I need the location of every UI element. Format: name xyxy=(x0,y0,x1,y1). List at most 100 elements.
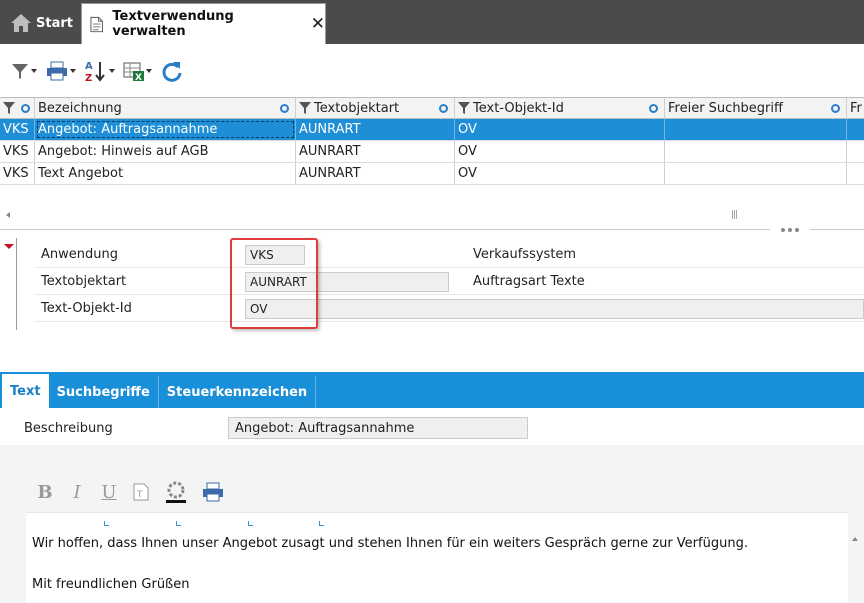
italic-button[interactable]: I xyxy=(68,482,86,503)
cell-truncated xyxy=(847,163,864,184)
insert-text-icon[interactable]: T xyxy=(132,482,150,502)
cell-truncated xyxy=(847,141,864,162)
excel-export-icon: X xyxy=(123,62,144,82)
column-header-truncated[interactable]: Fr xyxy=(847,98,864,118)
cell-text-objekt-id: OV xyxy=(455,163,665,184)
form-row-anwendung: Anwendung VKS Verkaufssystem xyxy=(35,241,864,268)
horizontal-scrollbar[interactable]: ||| xyxy=(0,207,864,223)
column-options-icon[interactable] xyxy=(649,104,658,113)
scroll-left-icon[interactable] xyxy=(6,212,10,218)
sort-button[interactable]: A Z xyxy=(84,58,115,84)
cell-textobjektart: AUNRART xyxy=(296,163,455,184)
tab-textverwendung[interactable]: Textverwendung verwalten ✕ xyxy=(81,3,326,44)
anwendung-description: Verkaufssystem xyxy=(473,247,577,262)
print-icon xyxy=(47,61,67,81)
form-group-line xyxy=(16,238,17,330)
excel-export-button[interactable]: X xyxy=(123,58,152,84)
underline-button[interactable]: U xyxy=(100,482,118,503)
bold-button[interactable]: B xyxy=(36,482,54,503)
results-grid: Bezeichnung Textobjektart Text-Objekt-Id… xyxy=(0,97,864,185)
tab-suchbegriffe[interactable]: Suchbegriffe xyxy=(49,376,159,408)
filter-icon[interactable] xyxy=(3,101,15,115)
form-row-text-objekt-id: Text-Objekt-Id OV xyxy=(35,295,864,322)
tab-steuerkennzeichen[interactable]: Steuerkennzeichen xyxy=(159,376,317,408)
column-options-icon[interactable] xyxy=(439,104,448,113)
svg-text:T: T xyxy=(136,490,143,500)
cell-truncated xyxy=(847,119,864,140)
cell-text-objekt-id: OV xyxy=(455,141,665,162)
filter-icon[interactable] xyxy=(299,101,311,115)
textobjektart-description: Auftragsart Texte xyxy=(473,274,585,289)
text-objekt-id-field[interactable]: OV xyxy=(245,299,864,319)
anwendung-label: Anwendung xyxy=(41,247,118,262)
chevron-down-icon xyxy=(146,69,152,73)
ruler-tab-marker xyxy=(104,521,109,526)
print-icon[interactable] xyxy=(202,482,224,502)
chevron-down-icon xyxy=(109,69,115,73)
cell-application: VKS xyxy=(0,119,35,140)
cell-bezeichnung: Angebot: Auftragsannahme xyxy=(35,119,296,140)
tab-start-label: Start xyxy=(36,15,73,31)
refresh-button[interactable] xyxy=(160,58,184,84)
collapse-icon[interactable] xyxy=(4,244,14,249)
table-row[interactable]: VKS Angebot: Hinweis auf AGB AUNRART OV xyxy=(0,141,864,163)
cell-bezeichnung: Text Angebot xyxy=(35,163,296,184)
cell-textobjektart: AUNRART xyxy=(296,119,455,140)
editor-toolbar: B I U T xyxy=(36,480,224,504)
color-picker-icon[interactable] xyxy=(164,481,188,503)
chevron-down-icon xyxy=(31,69,37,73)
cell-application: VKS xyxy=(0,163,35,184)
splitter[interactable] xyxy=(0,229,864,230)
editor-text-line: Wir hoffen, dass Ihnen unser Angebot zus… xyxy=(32,536,748,551)
beschreibung-field[interactable]: Angebot: Auftragsannahme xyxy=(228,417,528,439)
column-header-label: Fr xyxy=(850,100,862,116)
print-button[interactable] xyxy=(45,58,76,84)
toolbar: A Z X xyxy=(0,56,184,86)
svg-text:Z: Z xyxy=(85,73,92,83)
svg-text:X: X xyxy=(135,73,142,82)
filter-icon xyxy=(12,64,28,79)
text-objekt-id-label: Text-Objekt-Id xyxy=(41,301,132,316)
column-options-icon[interactable] xyxy=(21,104,30,113)
chevron-down-icon xyxy=(70,69,76,73)
table-row[interactable]: VKS Angebot: Auftragsannahme AUNRART OV xyxy=(0,119,864,141)
close-icon[interactable]: ✕ xyxy=(311,14,325,34)
filter-button[interactable] xyxy=(10,58,37,84)
cell-text-objekt-id: OV xyxy=(455,119,665,140)
column-header-label: Bezeichnung xyxy=(38,100,122,116)
column-options-icon[interactable] xyxy=(831,104,840,113)
textobjektart-label: Textobjektart xyxy=(41,274,127,289)
ruler-tab-marker xyxy=(248,521,253,526)
column-header-application[interactable] xyxy=(0,98,35,118)
home-icon xyxy=(11,14,31,32)
ruler-tab-marker xyxy=(176,521,181,526)
form-row-textobjektart: Textobjektart AUNRART Auftragsart Texte xyxy=(35,268,864,295)
column-header-label: Freier Suchbegriff xyxy=(668,100,783,116)
tab-text[interactable]: Text xyxy=(2,374,49,408)
editor-text-line: Mit freundlichen Grüßen xyxy=(32,577,190,592)
splitter-handle-icon[interactable] xyxy=(770,224,810,236)
column-header-label: Textobjektart xyxy=(314,100,400,116)
cell-freier-suchbegriff xyxy=(665,163,847,184)
grid-header: Bezeichnung Textobjektart Text-Objekt-Id… xyxy=(0,97,864,119)
sort-az-icon: A Z xyxy=(85,61,105,83)
text-editor[interactable]: Wir hoffen, dass Ihnen unser Angebot zus… xyxy=(26,512,848,603)
column-header-freier-suchbegriff[interactable]: Freier Suchbegriff xyxy=(665,98,847,118)
column-header-text-objekt-id[interactable]: Text-Objekt-Id xyxy=(455,98,665,118)
column-header-label: Text-Objekt-Id xyxy=(473,100,564,116)
highlight-annotation xyxy=(230,238,318,329)
refresh-icon xyxy=(162,62,182,82)
tab-active-label: Textverwendung verwalten xyxy=(112,9,234,39)
detail-tabs: Text Suchbegriffe Steuerkennzeichen xyxy=(0,372,864,408)
cell-application: VKS xyxy=(0,141,35,162)
tab-bar: Start Textverwendung verwalten ✕ xyxy=(0,0,864,44)
table-row[interactable]: VKS Text Angebot AUNRART OV xyxy=(0,163,864,185)
scroll-grip-icon[interactable]: ||| xyxy=(731,210,738,220)
filter-icon[interactable] xyxy=(458,101,470,115)
tab-start[interactable]: Start xyxy=(0,2,78,44)
column-options-icon[interactable] xyxy=(280,104,289,113)
column-header-bezeichnung[interactable]: Bezeichnung xyxy=(35,98,296,118)
scroll-up-icon[interactable] xyxy=(852,537,858,541)
cell-freier-suchbegriff xyxy=(665,141,847,162)
column-header-textobjektart[interactable]: Textobjektart xyxy=(296,98,455,118)
